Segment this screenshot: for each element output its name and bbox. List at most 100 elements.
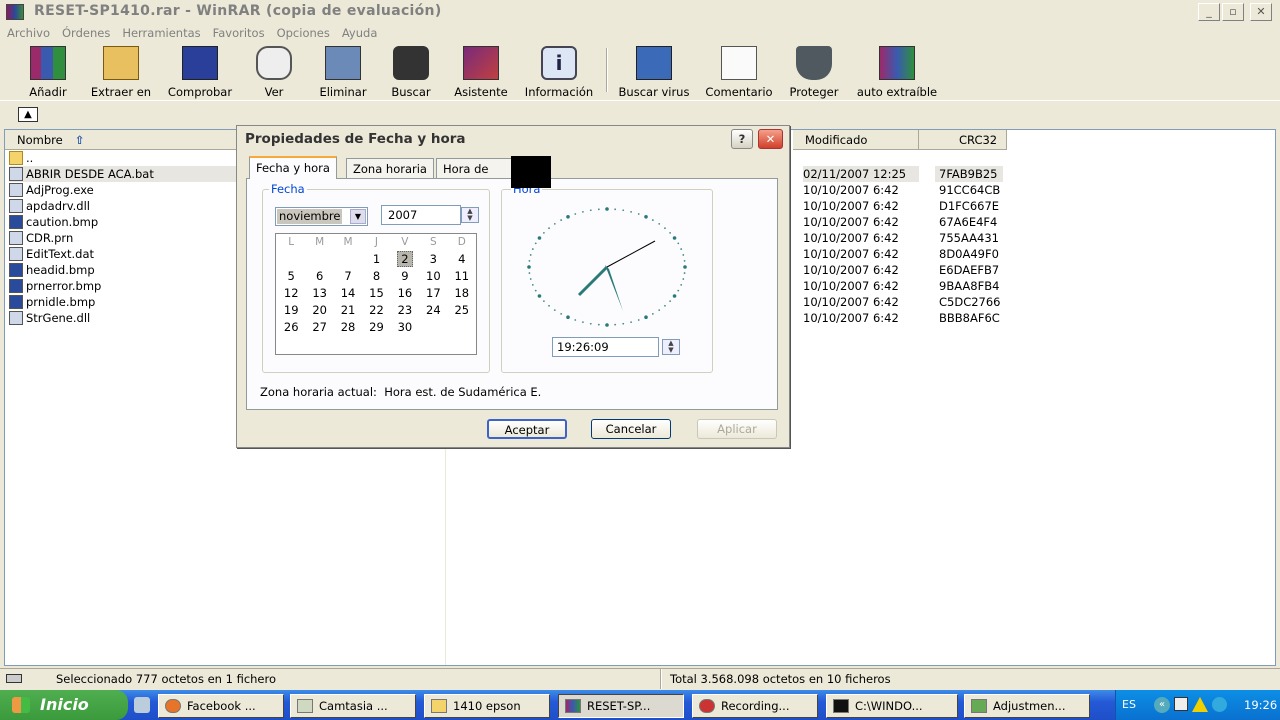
task-cmd[interactable]: C:\WINDO...	[826, 694, 958, 718]
wizard-button[interactable]: Asistente	[452, 46, 510, 99]
column-header-modified[interactable]: Modificado	[793, 130, 919, 150]
minimize-button[interactable]: _	[1198, 3, 1220, 21]
task-recording[interactable]: Recording...	[692, 694, 818, 718]
tray-chevron-icon[interactable]: «	[1154, 697, 1170, 713]
calendar-day[interactable]: 15	[362, 284, 390, 301]
tray-app-icon[interactable]	[1174, 697, 1188, 711]
add-button[interactable]: Añadir	[18, 46, 78, 99]
calendar-day[interactable]: 30	[391, 318, 419, 335]
calendar-day[interactable]: 7	[334, 267, 362, 284]
date-group-label: Fecha	[269, 182, 307, 196]
task-camtasia[interactable]: Camtasia ...	[290, 694, 416, 718]
comment-button[interactable]: Comentario	[704, 46, 774, 99]
calendar-day[interactable]: 20	[305, 301, 333, 318]
tray-clock[interactable]: 19:26	[1244, 698, 1277, 712]
calendar-day[interactable]: 26	[277, 318, 305, 335]
cancel-button[interactable]: Cancelar	[591, 419, 671, 439]
calendar-day[interactable]: 25	[448, 301, 476, 318]
calendar-day[interactable]: 14	[334, 284, 362, 301]
task-1410-epson[interactable]: 1410 epson	[424, 694, 550, 718]
view-button[interactable]: Ver	[248, 46, 300, 99]
clock-hour-mark	[605, 323, 609, 327]
status-divider	[660, 669, 662, 689]
calendar-day[interactable]: 8	[362, 267, 390, 284]
quick-launch-icon[interactable]	[134, 697, 150, 713]
extract-folder-icon	[103, 46, 139, 80]
books-add-icon	[30, 46, 66, 80]
time-spinner[interactable]: ▲ ▼	[662, 339, 680, 355]
clock-hour-mark	[672, 236, 677, 240]
menu-favoritos[interactable]: Favoritos	[213, 24, 265, 42]
tab-hora-internet[interactable]: Hora de Int	[436, 158, 512, 179]
toolbar: Añadir Extraer en Comprobar Ver Eliminar…	[0, 42, 1280, 100]
calendar-day[interactable]: 4	[448, 250, 476, 267]
info-button[interactable]: i Información	[522, 46, 596, 99]
menu-archivo[interactable]: Archivo	[7, 24, 50, 42]
protect-button[interactable]: Proteger	[786, 46, 842, 99]
extract-to-button[interactable]: Extraer en	[88, 46, 154, 99]
file-crc32: BBB8AF6C	[939, 311, 1000, 325]
calendar-day[interactable]: 29	[362, 318, 390, 335]
warning-icon[interactable]	[1192, 697, 1208, 712]
calendar-day[interactable]: 22	[362, 301, 390, 318]
calendar-day[interactable]: 3	[419, 250, 447, 267]
network-icon[interactable]	[1212, 697, 1227, 712]
file-crc32: 755AA431	[939, 231, 999, 245]
file-crc32: 8D0A49F0	[939, 247, 999, 261]
tab-zona-horaria[interactable]: Zona horaria	[346, 158, 434, 179]
calendar-day[interactable]: 28	[334, 318, 362, 335]
calendar-day[interactable]: 2	[391, 250, 419, 267]
calendar-day[interactable]: 27	[305, 318, 333, 335]
sfx-button[interactable]: auto extraíble	[854, 46, 940, 99]
column-header-crc32[interactable]: CRC32	[919, 130, 1007, 150]
ok-button[interactable]: Aceptar	[487, 419, 567, 439]
calendar-empty	[419, 318, 447, 335]
tab-fecha-hora[interactable]: Fecha y hora	[249, 156, 337, 179]
calendar-day[interactable]: 5	[277, 267, 305, 284]
calendar-day[interactable]: 12	[277, 284, 305, 301]
start-button[interactable]: Inicio	[0, 690, 128, 720]
task-reset-sp[interactable]: RESET-SP...	[558, 694, 684, 718]
calendar-day[interactable]: 11	[448, 267, 476, 284]
menu-herramientas[interactable]: Herramientas	[122, 24, 200, 42]
calendar-day[interactable]: 21	[334, 301, 362, 318]
task-adjustment[interactable]: Adjustmen...	[964, 694, 1090, 718]
language-indicator[interactable]: ES	[1122, 698, 1136, 711]
apply-button[interactable]: Aplicar	[697, 419, 777, 439]
test-button[interactable]: Comprobar	[166, 46, 234, 99]
maximize-button[interactable]: ▫	[1222, 3, 1244, 21]
calendar-day[interactable]: 13	[305, 284, 333, 301]
find-button[interactable]: Buscar	[386, 46, 436, 99]
test-book-icon	[182, 46, 218, 80]
clock-minute-mark	[669, 232, 672, 234]
chevron-down-icon[interactable]: ▼	[350, 209, 366, 224]
close-window-button[interactable]: ✕	[1250, 3, 1272, 21]
calendar-day[interactable]: 1	[362, 250, 390, 267]
time-input[interactable]: 19:26:09	[552, 337, 659, 357]
task-facebook[interactable]: Facebook ...	[158, 694, 284, 718]
month-value: noviembre	[277, 209, 343, 224]
file-name: EditText.dat	[26, 247, 95, 261]
help-button[interactable]: ?	[731, 129, 753, 149]
calendar-day[interactable]: 17	[419, 284, 447, 301]
calendar-day[interactable]: 23	[391, 301, 419, 318]
menu-ayuda[interactable]: Ayuda	[342, 24, 378, 42]
calendar-day[interactable]: 18	[448, 284, 476, 301]
clock-minute-mark	[677, 289, 680, 292]
calendar-day[interactable]: 9	[391, 267, 419, 284]
calendar-day[interactable]: 19	[277, 301, 305, 318]
winrar-app-icon	[6, 4, 24, 20]
calendar-day[interactable]: 16	[391, 284, 419, 301]
month-select[interactable]: noviembre ▼	[275, 207, 368, 226]
dialog-close-button[interactable]: ✕	[758, 129, 783, 149]
year-input[interactable]: 2007	[381, 205, 461, 225]
delete-button[interactable]: Eliminar	[318, 46, 368, 99]
menu-ordenes[interactable]: Órdenes	[62, 24, 110, 42]
virus-scan-button[interactable]: Buscar virus	[616, 46, 692, 99]
year-spinner[interactable]: ▲ ▼	[461, 207, 479, 223]
up-folder-icon[interactable]: ▲	[18, 107, 38, 122]
calendar-day[interactable]: 10	[419, 267, 447, 284]
calendar-day[interactable]: 6	[305, 267, 333, 284]
menu-opciones[interactable]: Opciones	[277, 24, 330, 42]
calendar-day[interactable]: 24	[419, 301, 447, 318]
